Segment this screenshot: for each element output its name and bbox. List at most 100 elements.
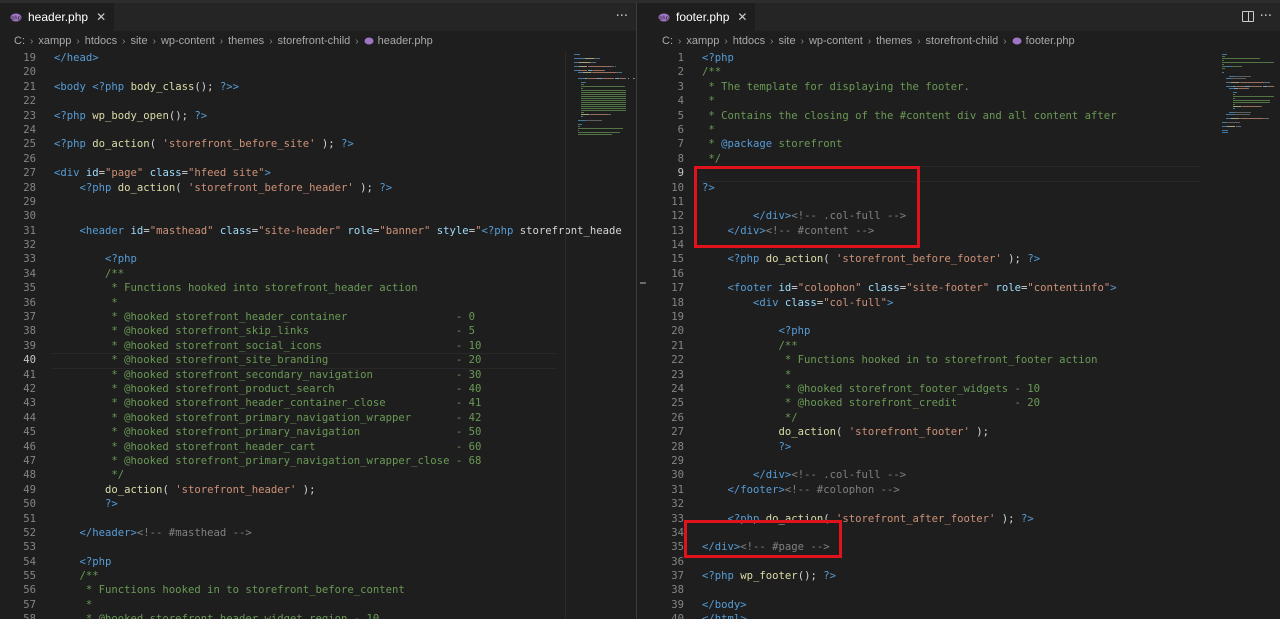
code-line[interactable]: 34 /** xyxy=(0,267,636,281)
code-line[interactable]: 9 xyxy=(648,166,1280,183)
code-line[interactable]: 42 * @hooked storefront_product_search -… xyxy=(0,382,636,396)
breadcrumb-item[interactable]: xampp xyxy=(38,35,71,47)
code-line[interactable]: 6 * xyxy=(648,123,1280,137)
code-line[interactable]: 27 do_action( 'storefront_footer' ); xyxy=(648,425,1280,439)
code-line[interactable]: 57 * xyxy=(0,598,636,612)
code-line[interactable]: 41 * @hooked storefront_secondary_naviga… xyxy=(0,368,636,382)
code-line[interactable]: 50 ?> xyxy=(0,497,636,511)
code-line[interactable]: 52 </header><!-- #masthead --> xyxy=(0,526,636,540)
code-line[interactable]: 48 */ xyxy=(0,468,636,482)
breadcrumb-item[interactable]: storefront-child xyxy=(926,35,999,47)
code-line[interactable]: 40 * @hooked storefront_site_branding - … xyxy=(0,353,636,370)
minimap[interactable] xyxy=(1214,51,1280,619)
code-line[interactable]: 43 * @hooked storefront_header_container… xyxy=(0,396,636,410)
code-line[interactable]: 36 * xyxy=(0,296,636,310)
tab-header-php[interactable]: php header.php ✕ xyxy=(0,3,116,31)
breadcrumb-item[interactable]: C: xyxy=(662,35,673,47)
code-line[interactable]: 31 <header id="masthead" class="site-hea… xyxy=(0,224,636,238)
code-line[interactable]: 21 <body <?php body_class(); ?>> xyxy=(0,80,636,94)
code-line[interactable]: 26 xyxy=(0,152,636,166)
code-line[interactable]: 30 xyxy=(0,209,636,223)
breadcrumb-item[interactable]: header.php xyxy=(378,35,433,47)
code-line[interactable]: 37 <?php wp_footer(); ?> xyxy=(648,569,1280,583)
code-line[interactable]: 56 * Functions hooked in to storefront_b… xyxy=(0,583,636,597)
close-icon[interactable]: ✕ xyxy=(96,10,106,24)
code-line[interactable]: 4 * xyxy=(648,94,1280,108)
code-line[interactable]: 21 /** xyxy=(648,339,1280,353)
code-line[interactable]: 18 <div class="col-full"> xyxy=(648,296,1280,310)
code-line[interactable]: 3 * The template for displaying the foot… xyxy=(648,80,1280,94)
code-line[interactable]: 35 </div><!-- #page --> xyxy=(648,540,1280,554)
code-line[interactable]: 28 <?php do_action( 'storefront_before_h… xyxy=(0,181,636,195)
code-line[interactable]: 23 <?php wp_body_open(); ?> xyxy=(0,109,636,123)
code-line[interactable]: 45 * @hooked storefront_primary_navigati… xyxy=(0,425,636,439)
code-line[interactable]: 38 * @hooked storefront_skip_links - 5 xyxy=(0,324,636,338)
split-editor-icon[interactable] xyxy=(1242,11,1254,22)
code-line[interactable]: 36 xyxy=(648,555,1280,569)
code-line[interactable]: 13 </div><!-- #content --> xyxy=(648,224,1280,238)
code-line[interactable]: 20 xyxy=(0,65,636,79)
code-line[interactable]: 33 <?php xyxy=(0,252,636,266)
code-line[interactable]: 11 xyxy=(648,195,1280,209)
breadcrumb-item[interactable]: wp-content xyxy=(809,35,863,47)
code-line[interactable]: 39 </body> xyxy=(648,598,1280,612)
breadcrumb-item[interactable]: footer.php xyxy=(1026,35,1075,47)
tab-footer-php[interactable]: php footer.php ✕ xyxy=(648,3,757,31)
code-line[interactable]: 25 <?php do_action( 'storefront_before_si… xyxy=(0,137,636,151)
minimap[interactable] xyxy=(566,51,636,619)
code-line[interactable]: 1 <?php xyxy=(648,51,1280,65)
breadcrumb-item[interactable]: htdocs xyxy=(85,35,117,47)
code-line[interactable]: 29 xyxy=(0,195,636,209)
code-line[interactable]: 28 ?> xyxy=(648,440,1280,454)
breadcrumb-item[interactable]: htdocs xyxy=(733,35,765,47)
more-actions-icon[interactable]: ··· xyxy=(616,9,628,24)
code-line[interactable]: 25 * @hooked storefront_credit - 20 xyxy=(648,396,1280,410)
code-line[interactable]: 39 * @hooked storefront_social_icons - 1… xyxy=(0,339,636,353)
code-line[interactable]: 17 <footer id="colophon" class="site-foo… xyxy=(648,281,1280,295)
code-line[interactable]: 49 do_action( 'storefront_header' ); xyxy=(0,483,636,497)
code-line[interactable]: 5 * Contains the closing of the #content… xyxy=(648,109,1280,123)
code-line[interactable]: 2 /** xyxy=(648,65,1280,79)
code-line[interactable]: 51 xyxy=(0,512,636,526)
code-line[interactable]: 46 * @hooked storefront_header_cart - 60 xyxy=(0,440,636,454)
code-line[interactable]: 38 xyxy=(648,583,1280,597)
code-line[interactable]: 24 xyxy=(0,123,636,137)
breadcrumb-item[interactable]: themes xyxy=(876,35,912,47)
code-line[interactable]: 23 * xyxy=(648,368,1280,382)
code-line[interactable]: 34 xyxy=(648,526,1280,540)
breadcrumb-item[interactable]: C: xyxy=(14,35,25,47)
breadcrumb-item[interactable]: wp-content xyxy=(161,35,215,47)
code-line[interactable]: 7 * @package storefront xyxy=(648,137,1280,151)
code-line[interactable]: 58 * @hooked storefront_header_widget_re… xyxy=(0,612,636,619)
breadcrumb-item[interactable]: xampp xyxy=(686,35,719,47)
breadcrumb-item[interactable]: storefront-child xyxy=(278,35,351,47)
code-line[interactable]: 40 </html> xyxy=(648,612,1280,619)
code-line[interactable]: 10 ?> xyxy=(648,181,1280,195)
code-line[interactable]: 14 xyxy=(648,238,1280,252)
more-actions-icon[interactable]: ··· xyxy=(1260,9,1272,24)
breadcrumb-item[interactable]: site xyxy=(778,35,795,47)
code-line[interactable]: 15 <?php do_action( 'storefront_before_f… xyxy=(648,252,1280,266)
code-line[interactable]: 35 * Functions hooked into storefront_he… xyxy=(0,281,636,295)
code-editor-left[interactable]: 19 </head> 20 21 <body <?php body_class(); ?… xyxy=(0,51,636,619)
code-line[interactable]: 30 </div><!-- .col-full --> xyxy=(648,468,1280,482)
code-line[interactable]: 44 * @hooked storefront_primary_navigati… xyxy=(0,411,636,425)
breadcrumb-item[interactable]: themes xyxy=(228,35,264,47)
code-line[interactable]: 19 xyxy=(648,310,1280,324)
breadcrumb-item[interactable]: site xyxy=(130,35,147,47)
code-line[interactable]: 32 xyxy=(0,238,636,252)
code-line[interactable]: 55 /** xyxy=(0,569,636,583)
code-line[interactable]: 12 </div><!-- .col-full --> xyxy=(648,209,1280,223)
code-line[interactable]: 47 * @hooked storefront_primary_navigati… xyxy=(0,454,636,468)
code-line[interactable]: 53 xyxy=(0,540,636,554)
code-line[interactable]: 31 </footer><!-- #colophon --> xyxy=(648,483,1280,497)
code-line[interactable]: 19 </head> xyxy=(0,51,636,65)
code-line[interactable]: 22 xyxy=(0,94,636,108)
code-line[interactable]: 20 <?php xyxy=(648,324,1280,338)
code-line[interactable]: 24 * @hooked storefront_footer_widgets -… xyxy=(648,382,1280,396)
close-icon[interactable]: ✕ xyxy=(737,10,747,24)
code-line[interactable]: 37 * @hooked storefront_header_container… xyxy=(0,310,636,324)
code-editor-right[interactable]: 1 <?php 2/** 3 * The template for displayin… xyxy=(648,51,1280,619)
code-line[interactable]: 33 <?php do_action( 'storefront_after_fo… xyxy=(648,512,1280,526)
code-line[interactable]: 16 xyxy=(648,267,1280,281)
